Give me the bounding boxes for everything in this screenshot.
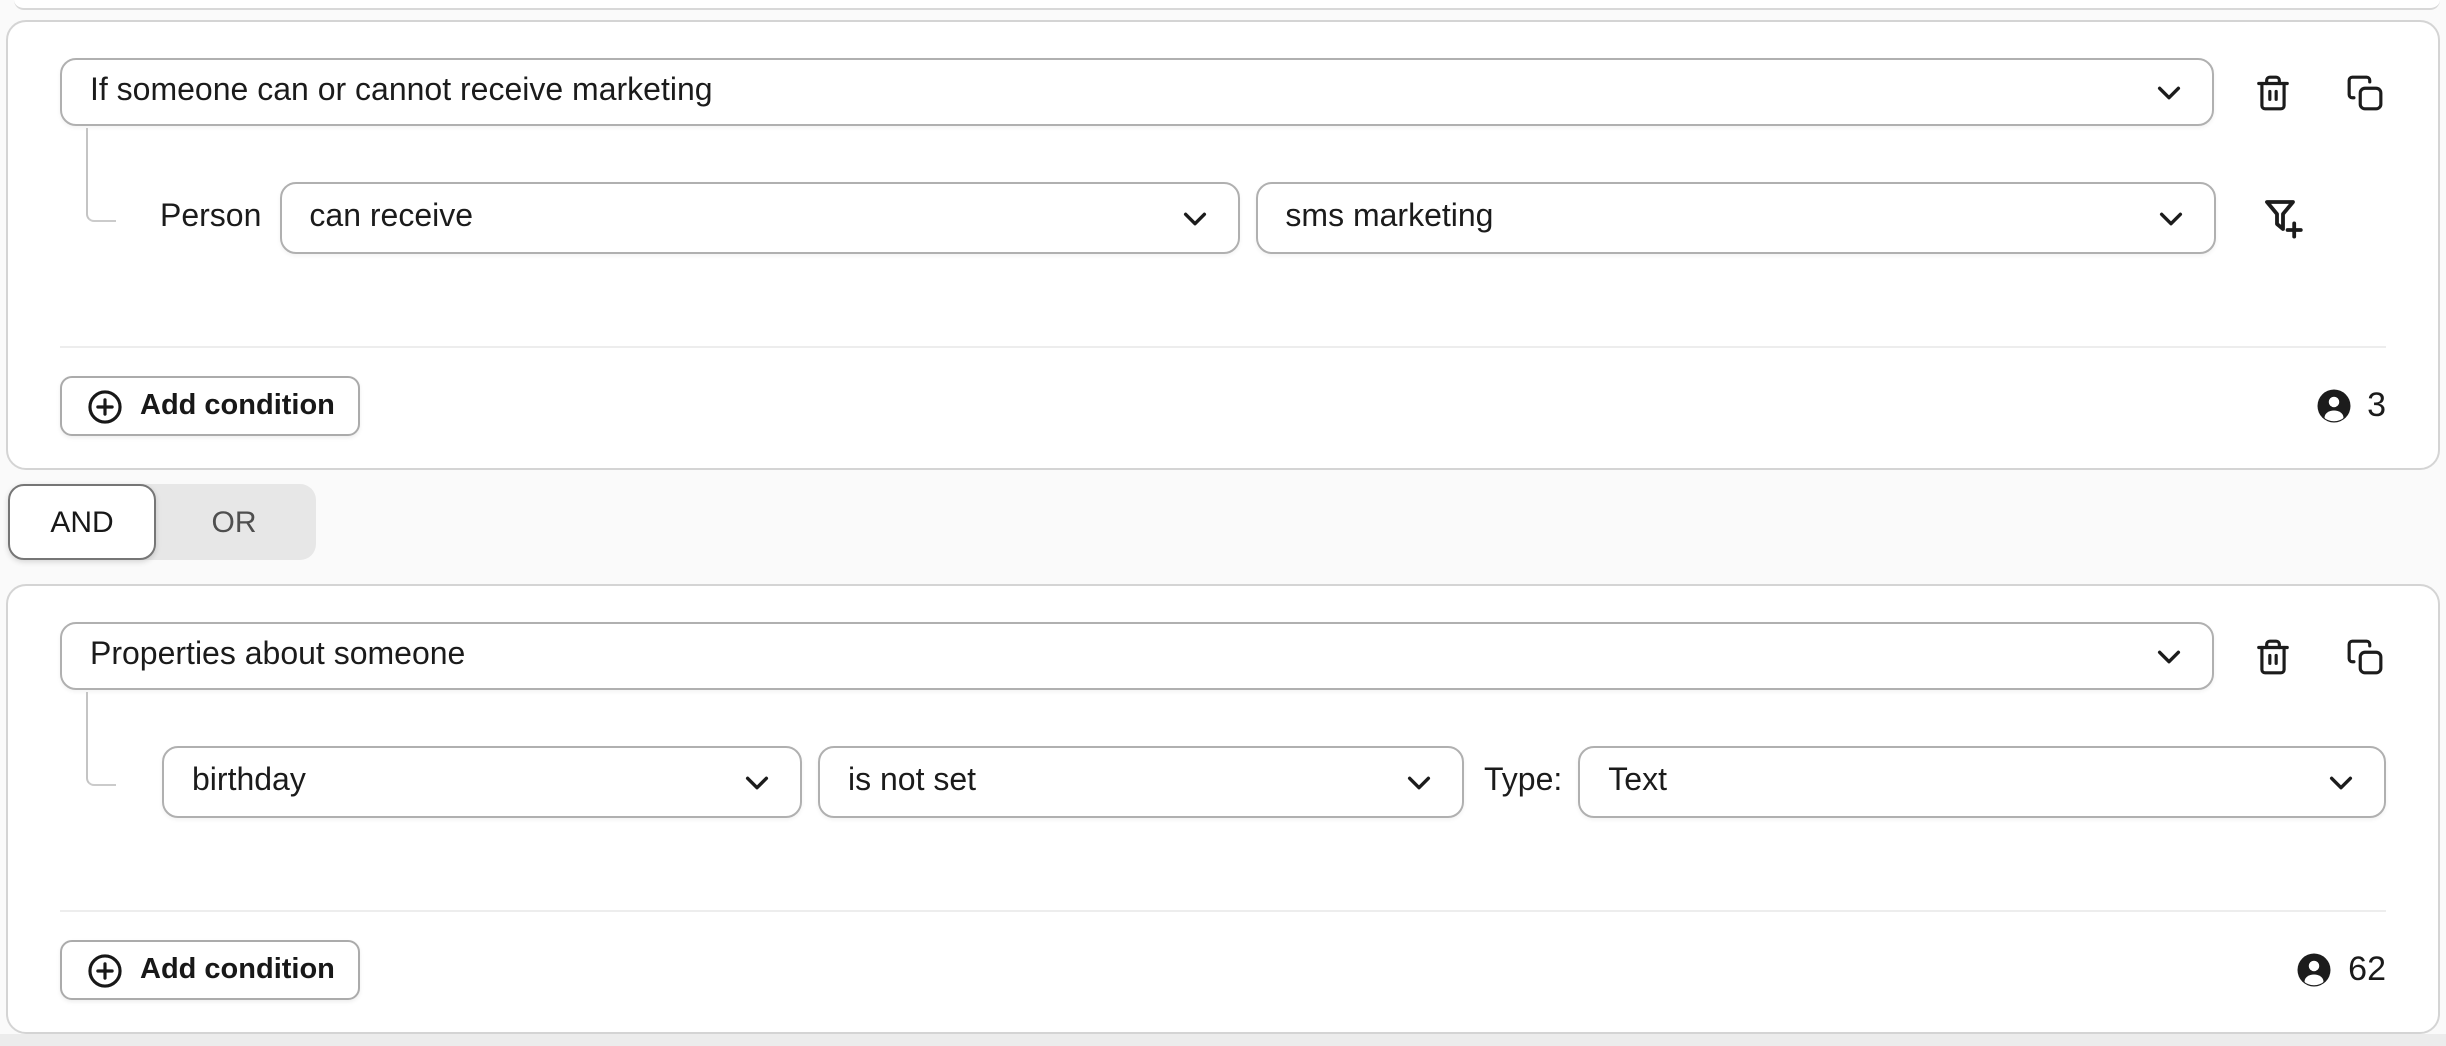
- group-2-property-select[interactable]: birthday: [162, 746, 802, 818]
- tree-connector: [86, 128, 116, 222]
- condition-subject-label: Person: [160, 200, 261, 236]
- condition-group-1: If someone can or cannot receive marketi…: [6, 20, 2440, 470]
- trash-icon: [2253, 637, 2291, 675]
- group-connector-toggle: OR AND: [8, 484, 348, 560]
- group-2-property-value: birthday: [192, 764, 722, 800]
- and-label: AND: [50, 505, 113, 539]
- chevron-down-icon: [2155, 203, 2185, 233]
- add-condition-button-1[interactable]: Add condition: [60, 376, 361, 436]
- group-1-channel-value: sms marketing: [1285, 200, 2135, 236]
- group-1-header: If someone can or cannot receive marketi…: [60, 58, 2386, 126]
- plus-circle-icon: [86, 951, 124, 989]
- chevron-down-icon: [2154, 77, 2184, 107]
- group-1-divider: [60, 346, 2386, 348]
- condition-group-2: Properties about someone birthday: [6, 584, 2440, 1034]
- chevron-down-icon: [1404, 767, 1434, 797]
- chevron-down-icon: [1179, 203, 1209, 233]
- group-2-header: Properties about someone: [60, 622, 2386, 690]
- group-1-operator-value: can receive: [309, 200, 1159, 236]
- duplicate-group-2-button[interactable]: [2342, 634, 2386, 678]
- trash-icon: [2253, 73, 2291, 111]
- group-2-count-value: 62: [2348, 950, 2386, 990]
- group-1-category-value: If someone can or cannot receive marketi…: [90, 74, 2134, 110]
- user-circle-icon: [2315, 388, 2351, 424]
- group-2-divider: [60, 910, 2386, 912]
- add-condition-label: Add condition: [140, 390, 335, 422]
- group-1-channel-select[interactable]: sms marketing: [1255, 182, 2215, 254]
- group-2-category-value: Properties about someone: [90, 638, 2134, 674]
- or-label: OR: [212, 505, 257, 539]
- plus-circle-icon: [86, 387, 124, 425]
- chevron-down-icon: [2154, 641, 2184, 671]
- segment-builder: If someone can or cannot receive marketi…: [0, 0, 2446, 1036]
- delete-group-1-button[interactable]: [2250, 70, 2294, 114]
- group-2-operator-select[interactable]: is not set: [818, 746, 1464, 818]
- group-1-profile-count: 3: [2315, 386, 2386, 426]
- group-1-category-select[interactable]: If someone can or cannot receive marketi…: [60, 58, 2214, 126]
- group-1-count-value: 3: [2367, 386, 2386, 426]
- add-condition-button-2[interactable]: Add condition: [60, 940, 361, 1000]
- group-2-condition-row: birthday is not set Type: Text: [162, 746, 2386, 818]
- delete-group-2-button[interactable]: [2250, 634, 2294, 678]
- add-condition-label: Add condition: [140, 954, 335, 986]
- add-filter-button[interactable]: [2259, 194, 2307, 242]
- filter-plus-icon: [2261, 196, 2305, 240]
- group-2-footer: Add condition 62: [60, 940, 2386, 1000]
- group-2-profile-count: 62: [2296, 950, 2386, 990]
- type-label: Type:: [1484, 764, 1562, 800]
- copy-icon: [2345, 637, 2383, 675]
- duplicate-group-1-button[interactable]: [2342, 70, 2386, 114]
- group-1-operator-select[interactable]: can receive: [279, 182, 1239, 254]
- group-2-type-select[interactable]: Text: [1578, 746, 2386, 818]
- chevron-down-icon: [742, 767, 772, 797]
- connector-and-button[interactable]: AND: [8, 484, 156, 560]
- user-circle-icon: [2296, 952, 2332, 988]
- tree-connector: [86, 692, 116, 786]
- card-above-fragment: [14, 0, 2440, 10]
- chevron-down-icon: [2326, 767, 2356, 797]
- group-2-operator-value: is not set: [848, 764, 1384, 800]
- copy-icon: [2345, 73, 2383, 111]
- group-2-type-value: Text: [1608, 764, 2306, 800]
- group-1-footer: Add condition 3: [60, 376, 2386, 436]
- group-2-category-select[interactable]: Properties about someone: [60, 622, 2214, 690]
- group-1-condition-row: Person can receive sms marketing: [160, 182, 2386, 254]
